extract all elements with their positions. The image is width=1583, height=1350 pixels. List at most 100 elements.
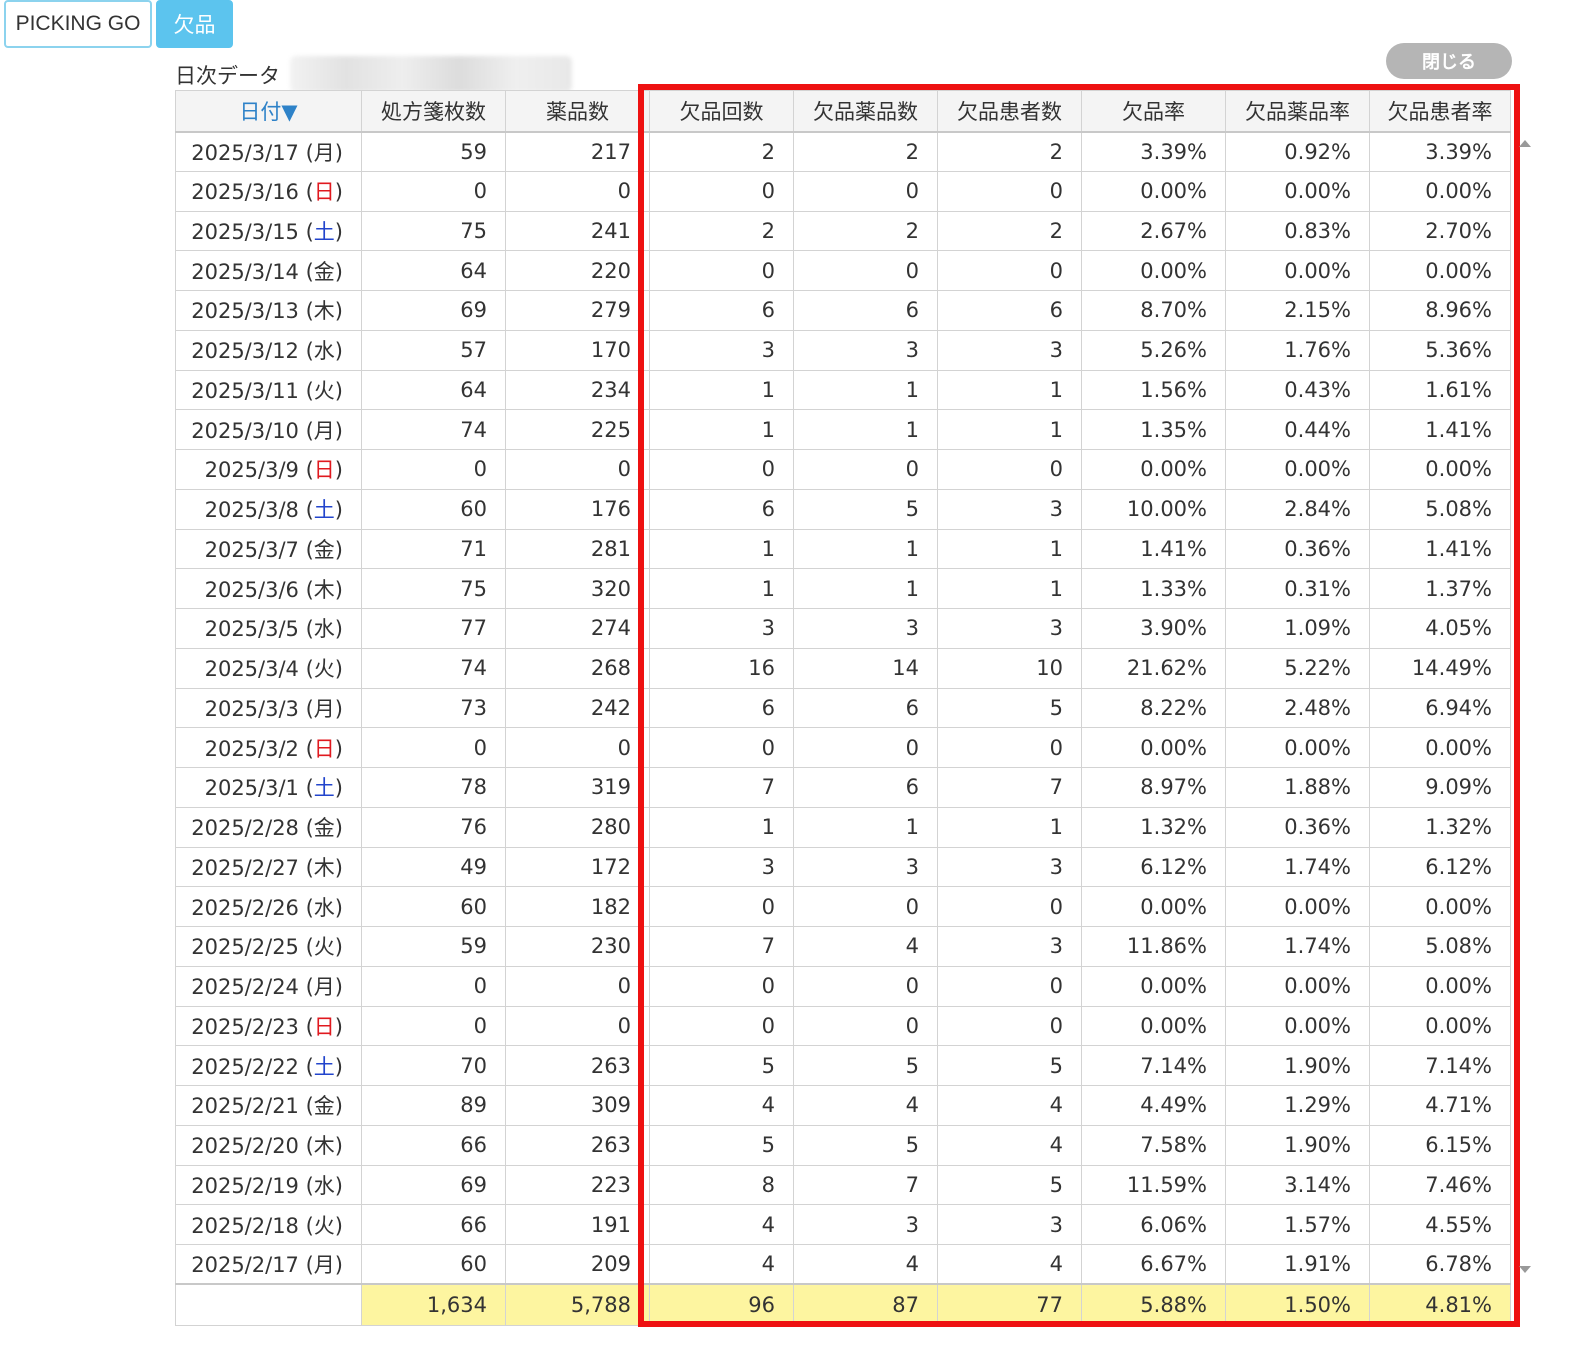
total-cell: 87: [793, 1283, 938, 1326]
total-cell: 1.50%: [1225, 1283, 1370, 1326]
table-cell: 7: [937, 767, 1082, 808]
table-cell: 2.67%: [1081, 210, 1226, 252]
weekday-text: 金: [313, 259, 335, 284]
column-header-shortage-drug-count[interactable]: 欠品薬品数: [793, 90, 938, 133]
table-cell: 241: [505, 210, 650, 252]
table-cell: 4.49%: [1081, 1085, 1226, 1126]
tab-picking-go[interactable]: PICKING GO: [4, 0, 152, 48]
date-text: 2025/3/13: [191, 299, 299, 324]
table-cell: 4: [937, 1244, 1082, 1285]
table-cell: 60: [361, 488, 506, 530]
table-row[interactable]: 2025/2/26 (水) 60 182 0 0 0 0.00% 0.00% 0.00%: [175, 886, 1511, 927]
table-row[interactable]: 2025/2/20 (木) 66 263 5 5 4 7.58% 1.90% 6.15%: [175, 1124, 1511, 1166]
column-header-shortage-count[interactable]: 欠品回数: [649, 90, 794, 133]
table-cell: 57: [361, 329, 506, 371]
table-row[interactable]: 2025/3/5 (水) 77 274 3 3 3 3.90% 1.09% 4.05%: [175, 608, 1511, 649]
scroll-down-arrow-icon[interactable]: [1519, 1266, 1531, 1273]
table-row[interactable]: 2025/3/2 (日) 0 0 0 0 0 0.00% 0.00% 0.00%: [175, 727, 1511, 768]
table-row[interactable]: 2025/3/17 (月) 59 217 2 2 2 3.39% 0.92% 3.39%: [175, 131, 1511, 172]
date-cell: 2025/3/8 (土): [175, 488, 362, 530]
table-cell: 225: [505, 409, 650, 450]
table-cell: 0.00%: [1225, 727, 1370, 768]
table-cell: 6: [793, 767, 938, 808]
date-cell: 2025/2/23 (日): [175, 1005, 362, 1047]
column-header-drug-count[interactable]: 薬品数: [505, 90, 650, 133]
table-cell: 1.74%: [1225, 926, 1370, 967]
table-row[interactable]: 2025/2/28 (金) 76 280 1 1 1 1.32% 0.36% 1.32%: [175, 806, 1511, 848]
weekday-text: 日: [313, 180, 335, 205]
table-cell: 7: [793, 1164, 938, 1206]
table-row[interactable]: 2025/2/23 (日) 0 0 0 0 0 0.00% 0.00% 0.00%: [175, 1005, 1511, 1047]
column-header-shortage-rate[interactable]: 欠品率: [1081, 90, 1226, 133]
table-row[interactable]: 2025/2/27 (木) 49 172 3 3 3 6.12% 1.74% 6.12%: [175, 846, 1511, 888]
table-row[interactable]: 2025/3/10 (月) 74 225 1 1 1 1.35% 0.44% 1.41%: [175, 409, 1511, 450]
table-cell: 2.84%: [1225, 488, 1370, 530]
table-cell: 0: [793, 449, 938, 490]
table-row[interactable]: 2025/2/24 (月) 0 0 0 0 0 0.00% 0.00% 0.00%: [175, 965, 1511, 1007]
table-cell: 191: [505, 1204, 650, 1245]
table-cell: 4.05%: [1369, 608, 1511, 649]
close-button[interactable]: 閉じる: [1386, 43, 1512, 79]
column-header-shortage-patient-count[interactable]: 欠品患者数: [937, 90, 1082, 133]
column-header-shortage-drug-rate[interactable]: 欠品薬品率: [1225, 90, 1370, 133]
table-row[interactable]: 2025/2/22 (土) 70 263 5 5 5 7.14% 1.90% 7.14%: [175, 1045, 1511, 1086]
table-cell: 1.88%: [1225, 767, 1370, 808]
table-cell: 6.06%: [1081, 1204, 1226, 1245]
table-row[interactable]: 2025/3/9 (日) 0 0 0 0 0 0.00% 0.00% 0.00%: [175, 449, 1511, 490]
table-row[interactable]: 2025/3/4 (火) 74 268 16 14 10 21.62% 5.22% 14.49%: [175, 647, 1511, 689]
table-row[interactable]: 2025/3/7 (金) 71 281 1 1 1 1.41% 0.36% 1.41%: [175, 528, 1511, 570]
table-row[interactable]: 2025/2/18 (火) 66 191 4 3 3 6.06% 1.57% 4.55%: [175, 1204, 1511, 1245]
table-cell: 0.00%: [1081, 965, 1226, 1007]
table-row[interactable]: 2025/3/16 (日) 0 0 0 0 0 0.00% 0.00% 0.00%: [175, 170, 1511, 212]
table-row[interactable]: 2025/2/21 (金) 89 309 4 4 4 4.49% 1.29% 4.71%: [175, 1085, 1511, 1126]
table-cell: 176: [505, 488, 650, 530]
table-row[interactable]: 2025/2/25 (火) 59 230 7 4 3 11.86% 1.74% 5.08%: [175, 926, 1511, 967]
scroll-up-arrow-icon[interactable]: [1519, 140, 1531, 147]
table-cell: 1.61%: [1369, 369, 1511, 411]
table-cell: 0: [937, 1005, 1082, 1047]
table-cell: 209: [505, 1244, 650, 1285]
table-cell: 5: [937, 687, 1082, 729]
table-cell: 7.46%: [1369, 1164, 1511, 1206]
table-cell: 0: [793, 886, 938, 927]
table-row[interactable]: 2025/3/6 (木) 75 320 1 1 1 1.33% 0.31% 1.37%: [175, 568, 1511, 609]
table-cell: 1: [649, 568, 794, 609]
date-text: 2025/3/9: [204, 458, 299, 483]
table-row[interactable]: 2025/3/15 (土) 75 241 2 2 2 2.67% 0.83% 2.70%: [175, 210, 1511, 252]
table-cell: 7.14%: [1081, 1045, 1226, 1086]
table-cell: 263: [505, 1124, 650, 1166]
table-cell: 0: [649, 1005, 794, 1047]
table-row[interactable]: 2025/2/17 (月) 60 209 4 4 4 6.67% 1.91% 6.78%: [175, 1244, 1511, 1285]
date-cell: 2025/2/20 (木): [175, 1124, 362, 1166]
table-cell: 319: [505, 767, 650, 808]
table-cell: 1.57%: [1225, 1204, 1370, 1245]
date-cell: 2025/3/3 (月): [175, 687, 362, 729]
table-row[interactable]: 2025/3/13 (木) 69 279 6 6 6 8.70% 2.15% 8.96%: [175, 290, 1511, 331]
table-row[interactable]: 2025/3/3 (月) 73 242 6 6 5 8.22% 2.48% 6.94%: [175, 687, 1511, 729]
table-row[interactable]: 2025/3/12 (水) 57 170 3 3 3 5.26% 1.76% 5.36%: [175, 329, 1511, 371]
table-cell: 4: [793, 1085, 938, 1126]
column-header-prescriptions[interactable]: 処方箋枚数: [361, 90, 506, 133]
table-cell: 1: [649, 528, 794, 570]
table-cell: 230: [505, 926, 650, 967]
date-text: 2025/2/18: [191, 1213, 299, 1238]
date-cell: 2025/2/22 (土): [175, 1045, 362, 1086]
column-header-date[interactable]: 日付▼: [175, 90, 362, 133]
date-cell: 2025/3/17 (月): [175, 131, 362, 172]
date-text: 2025/3/11: [191, 378, 299, 403]
table-cell: 0: [793, 965, 938, 1007]
table-cell: 6.12%: [1081, 846, 1226, 888]
table-cell: 6: [937, 290, 1082, 331]
column-header-shortage-patient-rate[interactable]: 欠品患者率: [1369, 90, 1511, 133]
table-cell: 1: [649, 409, 794, 450]
table-row[interactable]: 2025/3/8 (土) 60 176 6 5 3 10.00% 2.84% 5.08%: [175, 488, 1511, 530]
table-row[interactable]: 2025/3/1 (土) 78 319 7 6 7 8.97% 1.88% 9.09%: [175, 767, 1511, 808]
date-text: 2025/2/20: [191, 1134, 299, 1159]
table-cell: 66: [361, 1124, 506, 1166]
table-cell: 0.00%: [1369, 886, 1511, 927]
table-row[interactable]: 2025/2/19 (水) 69 223 8 7 5 11.59% 3.14% 7.46%: [175, 1164, 1511, 1206]
table-cell: 0.36%: [1225, 528, 1370, 570]
table-row[interactable]: 2025/3/11 (火) 64 234 1 1 1 1.56% 0.43% 1.61%: [175, 369, 1511, 411]
tab-kepin[interactable]: 欠品: [156, 0, 233, 48]
table-row[interactable]: 2025/3/14 (金) 64 220 0 0 0 0.00% 0.00% 0.00%: [175, 250, 1511, 291]
